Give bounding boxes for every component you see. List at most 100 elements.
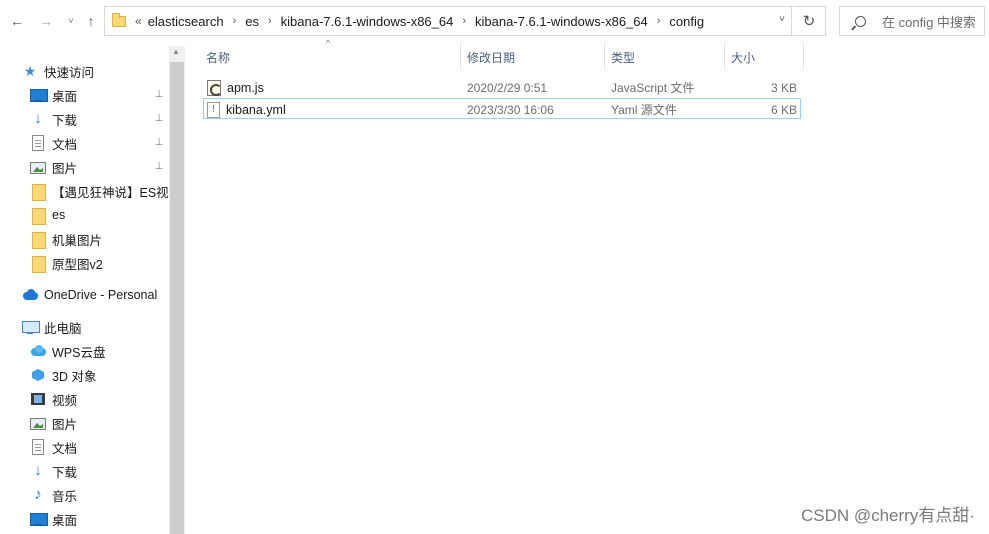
sidebar-item-onedrive[interactable]: OneDrive - Personal [22, 284, 170, 306]
music-icon: ♪ [34, 486, 42, 503]
breadcrumb-overflow-icon[interactable]: « [135, 14, 142, 28]
document-icon [32, 439, 44, 455]
file-name-cell: ! kibana.yml [207, 99, 286, 120]
sidebar-item-label: 图片 [52, 161, 78, 176]
star-icon: ★ [23, 63, 37, 79]
search-box[interactable]: 在 config 中搜索 [839, 6, 985, 36]
breadcrumb-item-es[interactable]: es [245, 14, 259, 29]
pin-icon[interactable]: ⊥ [154, 89, 164, 100]
folder-icon [112, 12, 126, 27]
sidebar-item-music[interactable]: ♪ 音乐 [30, 484, 77, 506]
column-divider[interactable] [724, 42, 725, 70]
chevron-right-icon[interactable]: › [462, 15, 466, 27]
computer-icon [22, 319, 40, 335]
column-divider[interactable] [803, 42, 804, 70]
toolbar: ← → ˅ ↑ « elasticsearch › es › kibana-7.… [0, 0, 989, 42]
column-header-type[interactable]: 类型 [611, 46, 721, 68]
file-row-kibana-yml[interactable]: ! kibana.yml 2023/3/30 16:06 Yaml 源文件 6 … [203, 98, 801, 119]
pin-icon[interactable]: ⊥ [154, 161, 164, 172]
file-row-apm-js[interactable]: apm.js 2020/2/29 0:51 JavaScript 文件 3 KB [203, 77, 801, 98]
scroll-up-arrow-icon[interactable]: ▲ [172, 47, 180, 56]
sidebar-item-downloads[interactable]: ↓ 下载 [30, 460, 77, 482]
chevron-right-icon[interactable]: › [657, 15, 661, 27]
document-icon [32, 135, 44, 151]
up-arrow-icon[interactable]: ↑ [82, 11, 100, 31]
sidebar-item-label: 音乐 [52, 489, 78, 504]
column-divider[interactable] [604, 42, 605, 70]
chevron-right-icon[interactable]: › [268, 15, 272, 27]
folder-icon [30, 207, 46, 225]
folder-icon [30, 255, 46, 273]
folder-icon [30, 231, 46, 249]
breadcrumb-item-elasticsearch[interactable]: elasticsearch [148, 14, 224, 29]
sidebar-item-label: 【遇见狂神说】ES视频 [52, 185, 170, 200]
3d-objects-icon [30, 367, 46, 383]
sidebar-item-desktop-pinned[interactable]: 桌面 [30, 84, 170, 106]
sidebar-item-this-pc[interactable]: 此电脑 [22, 316, 82, 338]
sidebar-item-pictures[interactable]: 图片 [30, 412, 77, 434]
chevron-down-icon[interactable]: ˅ [779, 14, 785, 25]
sidebar-item-downloads-pinned[interactable]: ↓ 下载 [30, 108, 170, 130]
breadcrumb: « elasticsearch › es › kibana-7.6.1-wind… [135, 14, 704, 29]
sidebar-item-prototype-folder[interactable]: 原型图v2 [30, 252, 170, 274]
sidebar-item-label: 视频 [52, 393, 78, 408]
sidebar-item-documents[interactable]: 文档 [30, 436, 77, 458]
sidebar-item-es-video-folder[interactable]: 【遇见狂神说】ES视频 [30, 180, 170, 202]
address-bar[interactable]: « elasticsearch › es › kibana-7.6.1-wind… [104, 6, 792, 36]
pin-icon[interactable]: ⊥ [154, 113, 164, 124]
sidebar-item-label: 下载 [52, 113, 78, 128]
refresh-icon: ↻ [802, 13, 816, 30]
search-icon [855, 15, 866, 27]
sidebar-item-label: WPS云盘 [52, 345, 106, 360]
sidebar-item-3d-objects[interactable]: 3D 对象 [30, 364, 96, 386]
sidebar-item-label: 此电脑 [44, 321, 82, 336]
sidebar-item-machine-pictures-folder[interactable]: 机巢图片 [30, 228, 170, 250]
recent-locations-chevron-icon[interactable]: ˅ [62, 11, 80, 31]
sidebar-item-label: 桌面 [52, 89, 78, 104]
breadcrumb-item-config[interactable]: config [669, 14, 704, 29]
breadcrumb-item-kibana-inner[interactable]: kibana-7.6.1-windows-x86_64 [475, 14, 648, 29]
watermark: CSDN @cherry有点甜· [800, 506, 975, 525]
breadcrumb-item-kibana-outer[interactable]: kibana-7.6.1-windows-x86_64 [281, 14, 454, 29]
sidebar-item-es-folder[interactable]: es [30, 204, 170, 226]
sidebar-item-label: 下载 [52, 465, 78, 480]
file-date: 2023/3/30 16:06 [467, 102, 554, 117]
sidebar-item-pictures-pinned[interactable]: 图片 [30, 156, 170, 178]
sidebar-item-label: 图片 [52, 417, 78, 432]
scrollbar-thumb[interactable] [170, 62, 184, 534]
sidebar-scrollbar[interactable]: ▲ [169, 46, 185, 534]
download-icon: ↓ [34, 462, 42, 479]
column-header-size[interactable]: 大小 [731, 46, 801, 68]
sidebar-item-label: 原型图v2 [52, 257, 103, 272]
chevron-right-icon[interactable]: › [233, 15, 237, 27]
folder-icon [30, 183, 46, 201]
sidebar-item-desktop[interactable]: 桌面 [30, 508, 77, 530]
back-arrow-icon[interactable]: ← [8, 11, 26, 31]
sidebar-item-label: es [52, 208, 66, 222]
sidebar-item-videos[interactable]: 视频 [30, 388, 77, 410]
pin-icon[interactable]: ⊥ [154, 137, 164, 148]
sidebar-item-label: 文档 [52, 441, 78, 456]
picture-icon [30, 418, 46, 430]
refresh-button[interactable]: ↻ [793, 6, 826, 36]
column-header-name[interactable]: 名称 [206, 46, 456, 68]
column-divider[interactable] [460, 42, 461, 70]
sidebar-item-label: 3D 对象 [52, 369, 97, 384]
forward-arrow-icon[interactable]: → [37, 11, 55, 31]
download-icon: ↓ [34, 110, 42, 127]
sidebar-item-label: 快速访问 [44, 65, 95, 80]
sidebar-item-documents-pinned[interactable]: 文档 [30, 132, 170, 154]
sidebar-item-wps-cloud[interactable]: WPS云盘 [30, 340, 105, 362]
column-header-date-modified[interactable]: 修改日期 [467, 46, 602, 68]
file-size: 6 KB [770, 102, 797, 117]
video-icon [30, 391, 46, 407]
file-name: kibana.yml [226, 102, 286, 117]
sidebar-item-quick-access[interactable]: ★ 快速访问 [22, 60, 94, 82]
wps-cloud-icon [30, 343, 46, 359]
sidebar-item-label: 桌面 [52, 513, 78, 528]
file-date: 2020/2/29 0:51 [467, 80, 548, 95]
picture-icon [30, 162, 46, 174]
search-input[interactable]: 在 config 中搜索 [882, 12, 976, 31]
file-list-pane: ^ 名称 修改日期 类型 大小 apm.js 2020/2/29 0:51 Ja… [186, 38, 989, 534]
desktop-icon [30, 511, 48, 527]
